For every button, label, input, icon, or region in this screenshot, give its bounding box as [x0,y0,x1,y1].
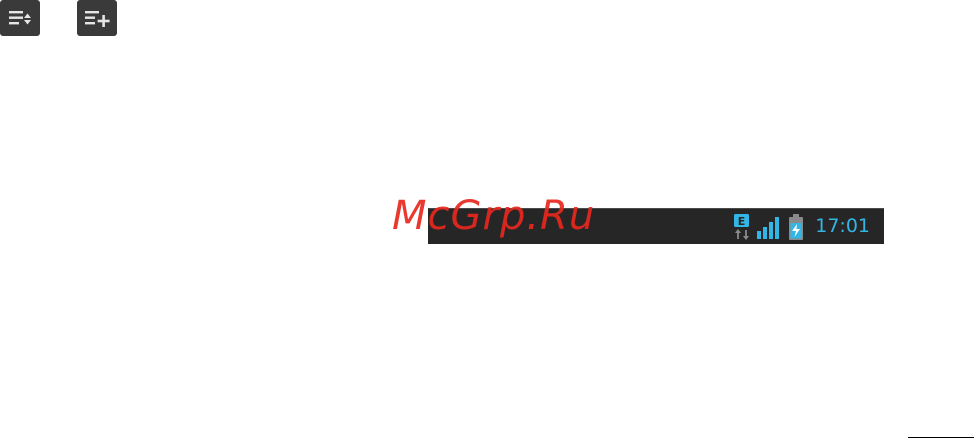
footer-divider [908,437,974,438]
sort-list-button[interactable] [0,0,40,36]
add-to-list-icon [85,11,110,27]
status-time: 17:01 [815,215,870,237]
watermark-text: McGrp.Ru [392,193,596,239]
network-data-icon: E [734,213,750,240]
battery-charging-icon [789,213,804,240]
sort-list-icon [9,11,31,25]
signal-strength-icon [757,216,780,239]
status-bar-right: E 17:01 [733,209,870,244]
network-type-label: E [738,215,746,228]
add-to-list-button[interactable] [77,0,117,36]
